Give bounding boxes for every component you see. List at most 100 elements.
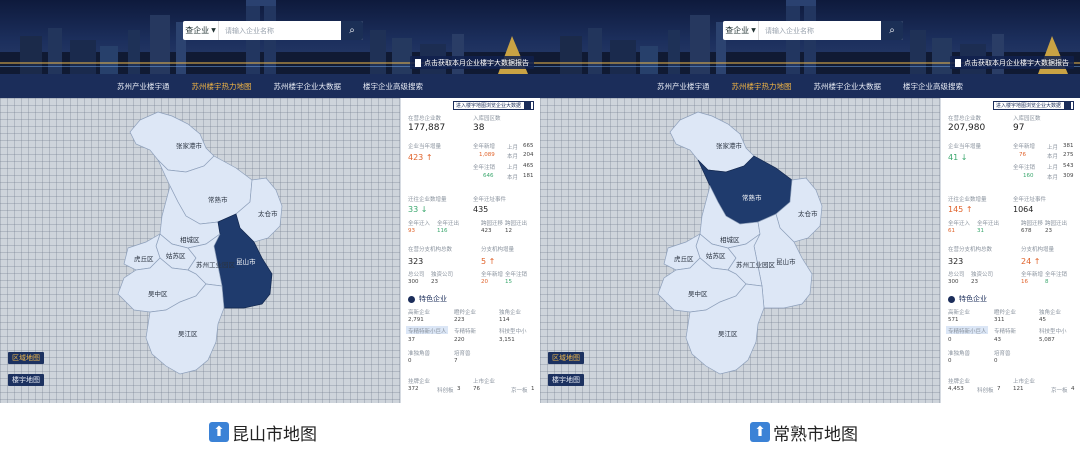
nav-item-industry[interactable]: 苏州产业楼宇通 [113,81,174,92]
down-arrow-icon: ↓ [960,153,968,162]
value-listed: 4,453 [948,386,964,392]
label-board-a: 科创板 [437,388,454,394]
label-sp5: 专精特新 [454,329,477,335]
label-sub-d: 全年注销 [505,272,528,278]
building-map-button[interactable]: 楼宇地图 [8,374,44,386]
up-arrow-icon: ↑ [488,257,496,266]
report-link-label: 点击获取本月企业楼宇大数据报告 [424,58,529,67]
screenshot-kunshan: 查企业▼ ⌕ 点击获取本月企业楼宇大数据报告 苏州产业楼宇通 苏州楼宇热力地图 … [0,0,540,403]
region-label-gusu: 姑苏区 [706,251,726,260]
value-last-month-a: 665 [523,143,534,149]
report-link[interactable]: 点击获取本月企业楼宇大数据报告 [950,56,1074,69]
label-events: 全年迁址事件 [1013,197,1047,203]
label-sub-d: 全年注销 [1045,272,1068,278]
label-sp3: 独角企业 [499,310,522,316]
search-icon[interactable]: ⌕ [341,21,363,40]
nav-item-heatmap[interactable]: 苏州楼宇热力地图 [188,81,256,92]
region-label-xiangcheng: 相城区 [720,235,740,244]
value-sp8: 7 [454,358,458,364]
label-year-cancel: 全年注销 [1013,165,1036,171]
enter-link-label: 进入楼宇地图浏览企业大数据 [995,103,1061,109]
chevron-down-icon: ▼ [211,27,216,34]
label-sp2: 瞪羚企业 [454,310,477,316]
enter-link-label: 进入楼宇地图浏览企业大数据 [455,103,521,109]
value-park: 97 [1013,123,1025,133]
region-label-zhangjiagang: 张家港市 [176,141,203,150]
label-out-sub2: 跨园迁出 [505,221,528,227]
value-last-month-a: 381 [1063,143,1074,149]
value-last-month-b: 543 [1063,163,1074,169]
label-board-a: 科创板 [977,388,994,394]
nav-item-heatmap[interactable]: 苏州楼宇热力地图 [728,81,796,92]
value-out-a: 31 [977,228,984,234]
value-sp5: 220 [454,337,465,343]
value-sub-c: 20 [481,279,488,285]
nav-item-bigdata[interactable]: 苏州楼宇企业大数据 [270,81,346,92]
label-out-sub: 全年迁出 [977,221,1000,227]
value-listed2: 76 [473,386,480,392]
value-sp4: 0 [948,337,952,343]
value-sub-a: 300 [408,279,419,285]
nav-item-bigdata[interactable]: 苏州楼宇企业大数据 [810,81,886,92]
region-map-button[interactable]: 区域地图 [8,352,44,364]
label-sp1: 高新企业 [408,310,431,316]
badge-icon [948,295,955,303]
region-label-changshu: 常熟市 [742,193,762,202]
enter-building-map-link[interactable]: 进入楼宇地图浏览企业大数据 [992,101,1074,110]
search-input[interactable] [759,22,881,39]
region-label-sip: 苏州工业园区 [196,260,236,269]
label-listed: 挂牌企业 [948,379,971,385]
label-sub-c: 全年新增 [1021,272,1044,278]
badge-icon [408,295,415,303]
value-branch: 323 [948,257,964,266]
label-sp7: 准独角兽 [408,351,431,357]
value-this-month-a: 275 [1063,152,1074,158]
value-sp1: 2,791 [408,317,424,323]
value-out-a: 116 [437,228,448,234]
value-year-new: 1,089 [479,152,495,158]
value-branch: 323 [408,257,424,266]
value-listed: 372 [408,386,419,392]
nav-item-advanced-search[interactable]: 楼宇企业高级搜索 [899,81,967,92]
region-label-kunshan: 昆山市 [776,257,796,266]
search-type-select[interactable]: 查企业 ▼ [183,21,219,40]
label-reg-total: 在营总企业数 [948,116,982,122]
nav-item-industry[interactable]: 苏州产业楼宇通 [653,81,714,92]
caption-kunshan: ⬆ 昆山市地图 [209,420,317,445]
value-this-month-a: 204 [523,152,534,158]
label-park: 入库园区数 [1013,116,1041,122]
region-label-zhangjiagang: 张家港市 [716,141,743,150]
value-sp2: 311 [994,317,1005,323]
value-new-increment: 41 ↓ [948,153,967,162]
value-new-increment-number: 423 [408,153,424,162]
search-type-select[interactable]: 查企业 ▼ [723,21,759,40]
report-link[interactable]: 点击获取本月企业楼宇大数据报告 [410,56,534,69]
label-this-month-b: 本月 [1047,175,1059,181]
label-listed2: 上市企业 [1013,379,1036,385]
region-label-huqiu: 虎丘区 [674,254,694,263]
region-label-kunshan: 昆山市 [236,257,256,266]
region-map-button[interactable]: 区域地图 [548,352,584,364]
nav-item-advanced-search[interactable]: 楼宇企业高级搜索 [359,81,427,92]
value-park: 38 [473,123,485,133]
down-arrow-icon: ↓ [420,205,428,214]
label-sp3: 独角企业 [1039,310,1062,316]
value-branch-new: 24 ↑ [1021,257,1040,266]
search-icon[interactable]: ⌕ [881,21,903,40]
region-label-sip: 苏州工业园区 [736,260,776,269]
up-arrow-icon: ↑ [425,153,433,162]
value-board-c: 1 [531,386,535,392]
enter-building-map-link[interactable]: 进入楼宇地图浏览企业大数据 [452,101,534,110]
label-branch: 在营分支机构总数 [948,247,993,253]
value-sub-d: 15 [505,279,512,285]
label-year-cancel: 全年注销 [473,165,496,171]
search-type-label: 查企业 [725,26,750,35]
building-map-button[interactable]: 楼宇地图 [548,374,584,386]
label-sp8: 培育兽 [994,351,1011,357]
value-branch-new-number: 5 [481,257,487,266]
special-title-label: 特色企业 [419,295,447,303]
label-branch-new: 分支机构增量 [481,247,515,253]
value-listed2: 121 [1013,386,1024,392]
search-input[interactable] [219,22,341,39]
label-sub-a: 总公司 [408,272,425,278]
